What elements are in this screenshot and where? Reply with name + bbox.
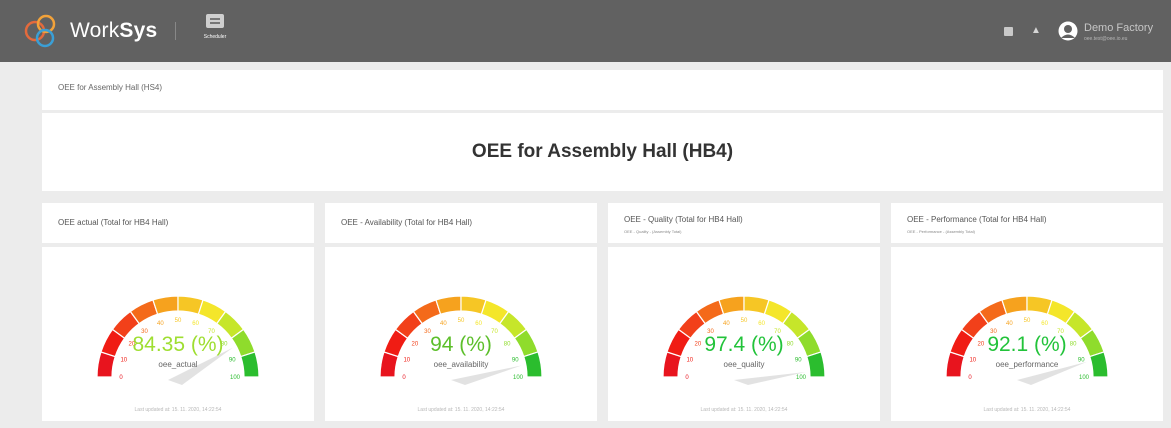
gauge-tick-label: 10 <box>686 357 693 363</box>
gauge-title: OEE - Availability (Total for HB4 Hall) <box>341 218 473 227</box>
brand-name[interactable]: WorkSys <box>70 19 157 43</box>
gauge-chart: 010203040 50 6070809010092.1 (%)oee_perfor… <box>945 295 1109 385</box>
gauge-tick-label: 40 <box>440 321 447 327</box>
gauge-value: 92.1 (%) <box>987 333 1066 356</box>
brand-suffix: Sys <box>119 19 158 42</box>
top-navigation-bar: WorkSys Scheduler ▲ Demo Factory oee.tes… <box>0 0 1171 62</box>
gauge-tick-label: 70 <box>491 329 498 335</box>
gauge-band-segment <box>806 351 826 378</box>
gauge-card-body: 0 10 20 30 40 50 60 70 80 90 100 94 (%) oee_availabi… <box>325 247 597 421</box>
last-updated-text: Last updated at: 15. 11. 2020, 14:22:54 <box>983 407 1071 413</box>
gauge-card-header: OEE - Quality (Total for HB4 Hall) OEE - … <box>608 203 880 243</box>
gauge-tick-label: 10 <box>969 357 976 363</box>
gauge-tick-label: 50 <box>175 318 182 324</box>
gauge-tick-label: 60 <box>192 321 199 327</box>
gauge-card-header: OEE - Performance (Total for HB4 Hall) OE… <box>891 203 1163 243</box>
user-email: oee.test@oee.io.eu <box>1084 36 1128 42</box>
gauge-subtitle: OEE - Performance - (Assembly Total) <box>907 229 975 234</box>
gauge-card-header: OEE actual (Total for HB4 Hall) <box>42 203 314 243</box>
gauge-tick-label: 0 <box>402 375 406 381</box>
gauge-band-segment <box>718 295 745 315</box>
worksys-logo-icon[interactable] <box>22 12 60 50</box>
gauge-value: 97.4 (%) <box>704 333 783 356</box>
gauge-tick-label: 40 <box>723 321 730 327</box>
gauge-tick-label: 20 <box>978 341 985 347</box>
gauge-tick-label: 90 <box>1078 357 1085 363</box>
bell-icon[interactable]: ▲ <box>1031 25 1041 36</box>
gauge-tick-label: 80 <box>504 341 511 347</box>
gauge-tick-label: 10 <box>403 357 410 363</box>
gauge-card-header: OEE - Availability (Total for HB4 Hall) <box>325 203 597 243</box>
gauge-tick-label: 40 <box>157 321 164 327</box>
gauge-value: 94 (%) <box>430 333 492 356</box>
gauge-tick-label: 10 <box>120 357 127 363</box>
gauge-tick-label: 80 <box>787 341 794 347</box>
gauge-chart: 010203040 50 6070809010084.35 (%)oee_actua… <box>96 295 260 385</box>
gauge-tick-label: 100 <box>230 375 241 381</box>
gauge-title: OEE - Quality (Total for HB4 Hall) <box>624 215 743 224</box>
gauge-metric-label: oee_actual <box>158 360 197 369</box>
gauge-subtitle: OEE - Quality - (Assembly Total) <box>624 229 682 234</box>
gauge-metric-label: oee_performance <box>996 360 1059 369</box>
gauge-tick-label: 0 <box>685 375 689 381</box>
last-updated-text: Last updated at: 15. 11. 2020, 14:22:54 <box>700 407 788 413</box>
page-title: OEE for Assembly Hall (HB4) <box>471 141 734 162</box>
gauge-chart: 010203040 50 6070809010097.4 (%)oee_qualit… <box>662 295 826 385</box>
brand-divider <box>175 22 176 40</box>
dashboard-title-card: OEE for Assembly Hall (HB4) <box>42 113 1163 191</box>
last-updated-text: Last updated at: 15. 11. 2020, 14:22:54 <box>417 407 505 413</box>
gauge-band-segment <box>1001 295 1028 315</box>
gauge-card-body: 0 10 20 30 40 50 60 70 80 90 100 97.4 (%) oee_qualit… <box>608 247 880 421</box>
gauge-tick-label: 90 <box>795 357 802 363</box>
gauge-tick-label: 90 <box>512 357 519 363</box>
gauge-title: OEE - Performance (Total for HB4 Hall) <box>907 215 1047 224</box>
gauge-band-segment <box>1089 351 1109 378</box>
gauge-chart: 010203040 50 6070809010094 (%)oee_availabi… <box>379 295 543 385</box>
gauge-tick-label: 0 <box>968 375 972 381</box>
gauge-card-body: 0 10 20 30 40 50 60 70 80 90 100 84.35 (%) oee_actua… <box>42 247 314 421</box>
gauge-tick-label: 20 <box>695 341 702 347</box>
scheduler-button[interactable]: Scheduler <box>195 14 235 40</box>
gauge-tick-label: 50 <box>741 318 748 324</box>
user-avatar-icon[interactable] <box>1058 21 1078 41</box>
user-name[interactable]: Demo Factory <box>1084 22 1153 34</box>
gauge-tick-label: 60 <box>475 321 482 327</box>
dashboard-header-title: OEE for Assembly Hall (HS4) <box>58 83 163 92</box>
gauge-tick-label: 90 <box>229 357 236 363</box>
scheduler-label: Scheduler <box>203 34 227 40</box>
gauge-tick-label: 100 <box>796 375 807 381</box>
notes-icon[interactable] <box>1004 27 1013 36</box>
last-updated-text: Last updated at: 15. 11. 2020, 14:22:54 <box>134 407 222 413</box>
gauge-tick-label: 60 <box>1041 321 1048 327</box>
gauge-tick-label: 0 <box>119 375 123 381</box>
gauge-band-segment <box>240 351 260 378</box>
gauge-title: OEE actual (Total for HB4 Hall) <box>58 218 169 227</box>
gauge-metric-label: oee_availability <box>434 360 489 369</box>
dashboard-header-card: OEE for Assembly Hall (HS4) <box>42 70 1163 110</box>
gauge-tick-label: 40 <box>1006 321 1013 327</box>
gauge-tick-label: 80 <box>1070 341 1077 347</box>
gauge-metric-label: oee_quality <box>724 360 765 369</box>
brand-prefix: Work <box>70 19 120 42</box>
gauge-value: 84.35 (%) <box>132 333 223 356</box>
gauge-tick-label: 50 <box>1024 318 1031 324</box>
gauge-tick-label: 20 <box>412 341 419 347</box>
calendar-icon <box>206 14 224 28</box>
gauge-tick-label: 100 <box>513 375 524 381</box>
gauge-tick-label: 100 <box>1079 375 1090 381</box>
gauge-band-segment <box>152 295 179 315</box>
gauge-band-segment <box>523 351 543 378</box>
gauge-band-segment <box>435 295 462 315</box>
gauge-tick-label: 50 <box>458 318 465 324</box>
gauge-tick-label: 60 <box>758 321 765 327</box>
gauge-card-body: 0 10 20 30 40 50 60 70 80 90 100 92.1 (%) oee_perfor… <box>891 247 1163 421</box>
